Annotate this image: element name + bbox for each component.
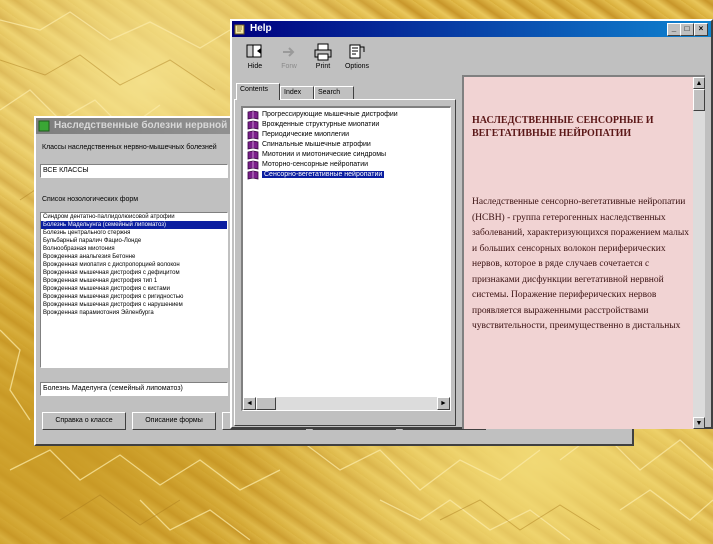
list-item[interactable]: Врожденная парамиотония Эйленбурга	[41, 309, 227, 317]
book-icon	[247, 160, 259, 170]
help-book-icon	[234, 24, 245, 35]
class-select[interactable]: ВСЕ КЛАССЫ	[40, 164, 228, 178]
app-icon	[38, 120, 50, 132]
contents-item-label: Моторно-сенсорные нейропатии	[262, 161, 369, 168]
list-item[interactable]: Болезнь Мадельунга (семейный липоматоз)	[41, 221, 227, 229]
print-icon	[314, 43, 332, 61]
list-item[interactable]: Врожденная миопатия с диспропорцией воло…	[41, 261, 227, 269]
topic-heading: НАСЛЕДСТВЕННЫЕ СЕНСОРНЫЕ И ВЕГЕТАТИВНЫЕ …	[472, 115, 654, 139]
list-item[interactable]: Бульбарный паралич Фацио-Лонде	[41, 237, 227, 245]
list-item[interactable]: Врожденная мышечная дистрофия с нарушени…	[41, 301, 227, 309]
forms-label: Список нозологических форм	[42, 196, 139, 203]
list-item[interactable]: Болезнь центрального стержня	[41, 229, 227, 237]
contents-item[interactable]: Спинальные мышечные атрофии	[243, 140, 450, 150]
list-item[interactable]: Врожденная анальгезия Бетонне	[41, 253, 227, 261]
scroll-thumb[interactable]	[256, 397, 276, 410]
book-icon	[247, 110, 259, 120]
book-icon	[247, 170, 259, 180]
contents-item-label: Спинальные мышечные атрофии	[262, 141, 371, 148]
help-tabs: Contents Index Search	[234, 83, 459, 100]
help-window: Help _ □ × Hide Forw Print Options Conte…	[230, 19, 713, 429]
contents-item[interactable]: Прогрессирующие мышечные дистрофии	[243, 110, 450, 120]
minimize-button[interactable]: _	[667, 23, 681, 36]
forward-icon	[283, 47, 295, 57]
topic-pane: НАСЛЕДСТВЕННЫЕ СЕНСОРНЫЕ И ВЕГЕТАТИВНЫЕ …	[462, 75, 705, 429]
vertical-scroll-thumb[interactable]	[693, 89, 705, 111]
vertical-scrollbar[interactable]: ▲ ▼	[693, 77, 705, 429]
contents-item[interactable]: Сенсорно-вегетативные нейропатии	[243, 170, 450, 180]
options-icon	[349, 44, 365, 59]
contents-item-label: Врожденные структурные миопатии	[262, 121, 380, 128]
topic-body: Наследственные сенсорно-вегетативные ней…	[472, 197, 690, 331]
list-item[interactable]: Врожденная мышечная дистрофия тип 1	[41, 277, 227, 285]
scroll-down-button[interactable]: ▼	[693, 417, 705, 429]
contents-item[interactable]: Периодические миоплегии	[243, 130, 450, 140]
forms-list[interactable]: Синдром дентатно-паллидолюисовой атрофии…	[40, 212, 228, 368]
class-label: Классы наследственных нервно-мышечных бо…	[42, 144, 217, 151]
contents-panel: Прогрессирующие мышечные дистрофии Врожде…	[234, 99, 456, 426]
list-item[interactable]: Врожденная мышечная дистрофия с ригиднос…	[41, 293, 227, 301]
scroll-left-button[interactable]: ◄	[243, 397, 256, 410]
contents-item-label: Периодические миоплегии	[262, 131, 350, 138]
contents-item[interactable]: Моторно-сенсорные нейропатии	[243, 160, 450, 170]
book-icon	[247, 130, 259, 140]
contents-item[interactable]: Врожденные структурные миопатии	[243, 120, 450, 130]
help-title: Help	[250, 23, 272, 34]
contents-tree[interactable]: Прогрессирующие мышечные дистрофии Врожде…	[241, 106, 451, 411]
hide-button[interactable]: Hide	[240, 43, 270, 70]
tab-contents[interactable]: Contents	[236, 83, 280, 100]
list-item[interactable]: Врожденная мышечная дистрофия с кистами	[41, 285, 227, 293]
list-item[interactable]: Врожденная мышечная дистрофия с дефицито…	[41, 269, 227, 277]
selected-form-field[interactable]: Болезнь Маделунга (семейный липоматоз)	[40, 382, 228, 396]
catalog-button[interactable]: Описание формы	[132, 412, 216, 430]
catalog-button[interactable]: Справка о классе	[42, 412, 126, 430]
options-button[interactable]: Options	[342, 43, 372, 70]
maximize-button[interactable]: □	[680, 23, 694, 36]
hide-icon	[246, 44, 262, 58]
help-toolbar: Hide Forw Print Options	[240, 39, 440, 87]
close-button[interactable]: ×	[694, 23, 708, 36]
book-icon	[247, 150, 259, 160]
book-icon	[247, 120, 259, 130]
help-title-bar[interactable]: Help _ □ ×	[232, 21, 711, 37]
contents-item-label: Прогрессирующие мышечные дистрофии	[262, 111, 398, 118]
horizontal-scrollbar[interactable]: ◄ ►	[243, 397, 450, 410]
forward-button[interactable]: Forw	[274, 43, 304, 70]
print-button[interactable]: Print	[308, 43, 338, 70]
contents-item-label: Сенсорно-вегетативные нейропатии	[260, 170, 386, 179]
contents-item[interactable]: Миотонии и миотонические синдромы	[243, 150, 450, 160]
list-item[interactable]: Волнообразная миотония	[41, 245, 227, 253]
tab-search[interactable]: Search	[314, 86, 354, 99]
book-icon	[247, 140, 259, 150]
list-item[interactable]: Синдром дентатно-паллидолюисовой атрофии	[41, 213, 227, 221]
contents-item-label: Миотонии и миотонические синдромы	[262, 151, 387, 158]
tab-index[interactable]: Index	[280, 86, 314, 99]
scroll-up-button[interactable]: ▲	[693, 77, 705, 89]
scroll-right-button[interactable]: ►	[437, 397, 450, 410]
